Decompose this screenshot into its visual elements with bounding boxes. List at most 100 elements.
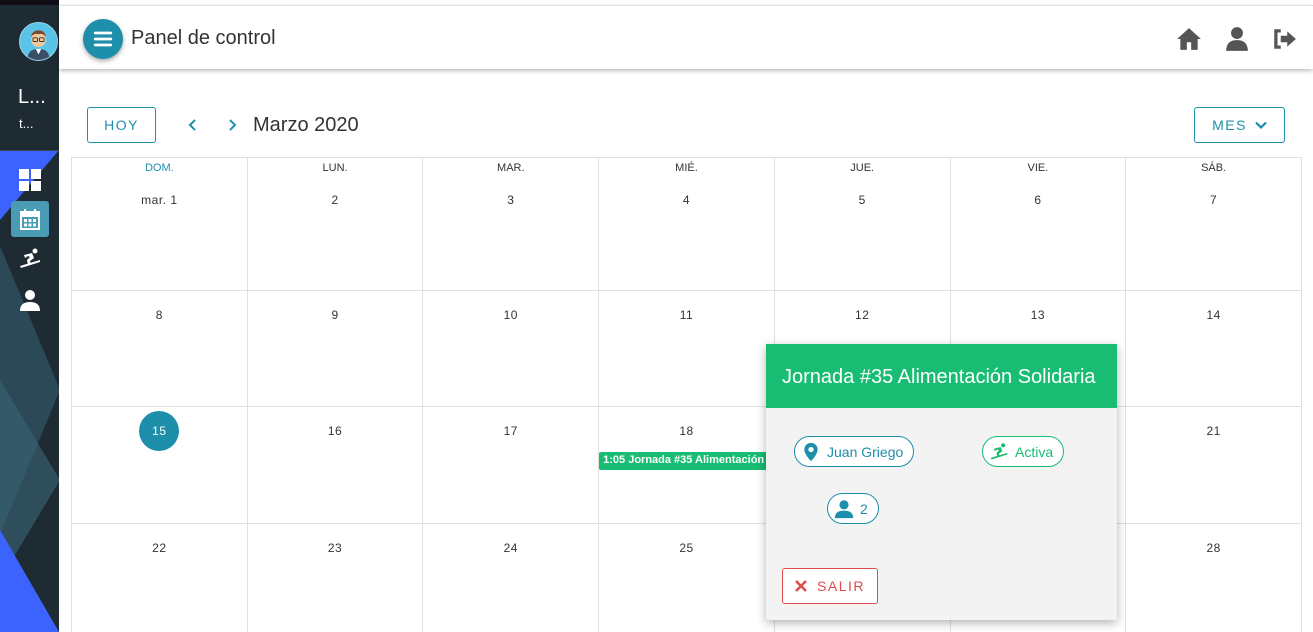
status-label: Activa: [1015, 443, 1054, 460]
logout-button[interactable]: [1270, 25, 1298, 53]
weekday-header: SÁB.: [1201, 162, 1227, 174]
day-number: 3: [507, 193, 515, 207]
sign-out-icon: [1274, 29, 1296, 49]
month-title: Marzo 2020: [253, 114, 359, 136]
day-number: 18: [679, 424, 694, 438]
day-cell[interactable]: DOM. mar. 1: [72, 158, 248, 291]
weekday-header: VIE.: [1027, 162, 1049, 174]
user-icon: [1226, 27, 1248, 51]
user-name: L...: [18, 86, 46, 108]
weekday-header: DOM.: [144, 162, 174, 174]
day-number: 10: [503, 308, 518, 322]
menu-button[interactable]: [83, 19, 123, 59]
day-cell[interactable]: JUE. 5: [774, 158, 951, 291]
day-cell[interactable]: 14: [1126, 291, 1302, 407]
today-day-number: 15: [139, 411, 180, 451]
user-icon: [834, 499, 854, 518]
day-number: 4: [682, 193, 691, 207]
profile-button[interactable]: [1223, 25, 1251, 53]
nav-calendar[interactable]: [11, 201, 49, 237]
weekday-header: MIÉ.: [675, 162, 698, 174]
day-number: mar. 1: [141, 193, 178, 207]
view-select-label: MES: [1212, 117, 1247, 133]
day-cell[interactable]: 18 1:05 Jornada #35 Alimentación Solidari…: [599, 407, 775, 524]
event-popup: Jornada #35 Alimentación Solidaria Juan …: [766, 344, 1117, 620]
nav-users[interactable]: [11, 282, 49, 318]
day-number: 6: [1034, 193, 1042, 207]
next-month-button[interactable]: [222, 115, 242, 135]
day-number: 24: [503, 541, 518, 555]
day-cell[interactable]: SÁB. 7: [1126, 158, 1302, 291]
weekday-header: LUN.: [322, 162, 348, 174]
hamburger-icon: [93, 31, 113, 47]
day-cell-today[interactable]: 15: [72, 407, 248, 524]
day-cell[interactable]: 17: [423, 407, 600, 524]
sidebar-divider: [0, 150, 59, 151]
weekday-header: JUE.: [850, 162, 875, 174]
day-number: 28: [1206, 541, 1221, 555]
view-select-button[interactable]: MES: [1194, 107, 1285, 143]
home-icon: [1177, 28, 1201, 50]
day-number: 2: [331, 193, 339, 207]
calendar-icon: [20, 209, 40, 230]
dashboard-icon: [19, 169, 41, 191]
day-cell[interactable]: MAR. 3: [423, 158, 600, 291]
day-number: 14: [1206, 308, 1221, 322]
day-number: 25: [679, 541, 694, 555]
day-number: 13: [1030, 308, 1046, 322]
avatar[interactable]: [19, 22, 58, 61]
day-cell[interactable]: 28: [1126, 524, 1302, 632]
day-cell[interactable]: LUN. 2: [247, 158, 424, 291]
day-cell[interactable]: 9: [247, 291, 424, 407]
participants-chip[interactable]: 2: [827, 493, 879, 524]
status-chip[interactable]: Activa: [982, 436, 1065, 467]
day-cell[interactable]: 8: [72, 291, 248, 407]
day-number: 21: [1206, 424, 1221, 438]
event-popup-title: Jornada #35 Alimentación Solidaria: [766, 344, 1117, 408]
day-cell[interactable]: 25: [599, 524, 775, 632]
close-popup-button[interactable]: SALIR: [782, 568, 878, 604]
user-icon: [20, 290, 40, 311]
user-subtitle: t...: [19, 116, 34, 131]
today-button[interactable]: HOY: [87, 107, 156, 143]
sidebar-decoration: [0, 530, 59, 632]
calendar-event[interactable]: 1:05 Jornada #35 Alimentación Solidaria: [599, 452, 770, 470]
day-number: 22: [152, 541, 167, 555]
map-marker-icon: [804, 442, 818, 461]
day-cell[interactable]: 10: [423, 291, 600, 407]
day-number: 9: [331, 308, 339, 322]
day-number: 16: [327, 424, 343, 438]
close-popup-label: SALIR: [817, 578, 865, 594]
day-number: 23: [327, 541, 343, 555]
day-cell[interactable]: 23: [248, 524, 424, 632]
day-cell[interactable]: 16: [247, 407, 424, 524]
day-cell[interactable]: 24: [423, 524, 600, 632]
month-calendar: DOM. mar. 1 LUN. 2 MAR. 3 MIÉ. 4 JUE. 5 VIE. 6…: [71, 157, 1302, 632]
location-chip[interactable]: Juan Griego: [794, 436, 915, 467]
snowboarder-icon: [20, 248, 40, 268]
day-cell[interactable]: 11: [599, 291, 775, 407]
day-cell[interactable]: VIE. 6: [950, 158, 1127, 291]
sidebar-top-strip: [0, 0, 59, 5]
participants-count: 2: [860, 500, 868, 517]
day-cell[interactable]: MIÉ. 4: [599, 158, 775, 291]
prev-month-button[interactable]: [183, 115, 203, 135]
chevron-left-icon: [188, 119, 196, 131]
nav-activities[interactable]: [11, 241, 49, 277]
location-label: Juan Griego: [827, 443, 904, 460]
day-number: 8: [155, 308, 163, 322]
chevron-down-icon: [1255, 121, 1267, 130]
nav-dashboard[interactable]: [11, 162, 49, 198]
day-cell[interactable]: 21: [1126, 407, 1302, 524]
top-header: Panel de control: [59, 5, 1313, 69]
day-number: 17: [503, 424, 518, 438]
chevron-right-icon: [229, 119, 237, 131]
day-number: 12: [855, 308, 870, 322]
page-title: Panel de control: [131, 27, 276, 49]
snowboarder-icon: [990, 442, 1008, 459]
close-icon: [795, 580, 807, 592]
user-avatar-icon: [20, 23, 57, 60]
day-cell[interactable]: 22: [72, 524, 248, 632]
home-button[interactable]: [1175, 25, 1203, 53]
day-number: 11: [679, 308, 694, 322]
